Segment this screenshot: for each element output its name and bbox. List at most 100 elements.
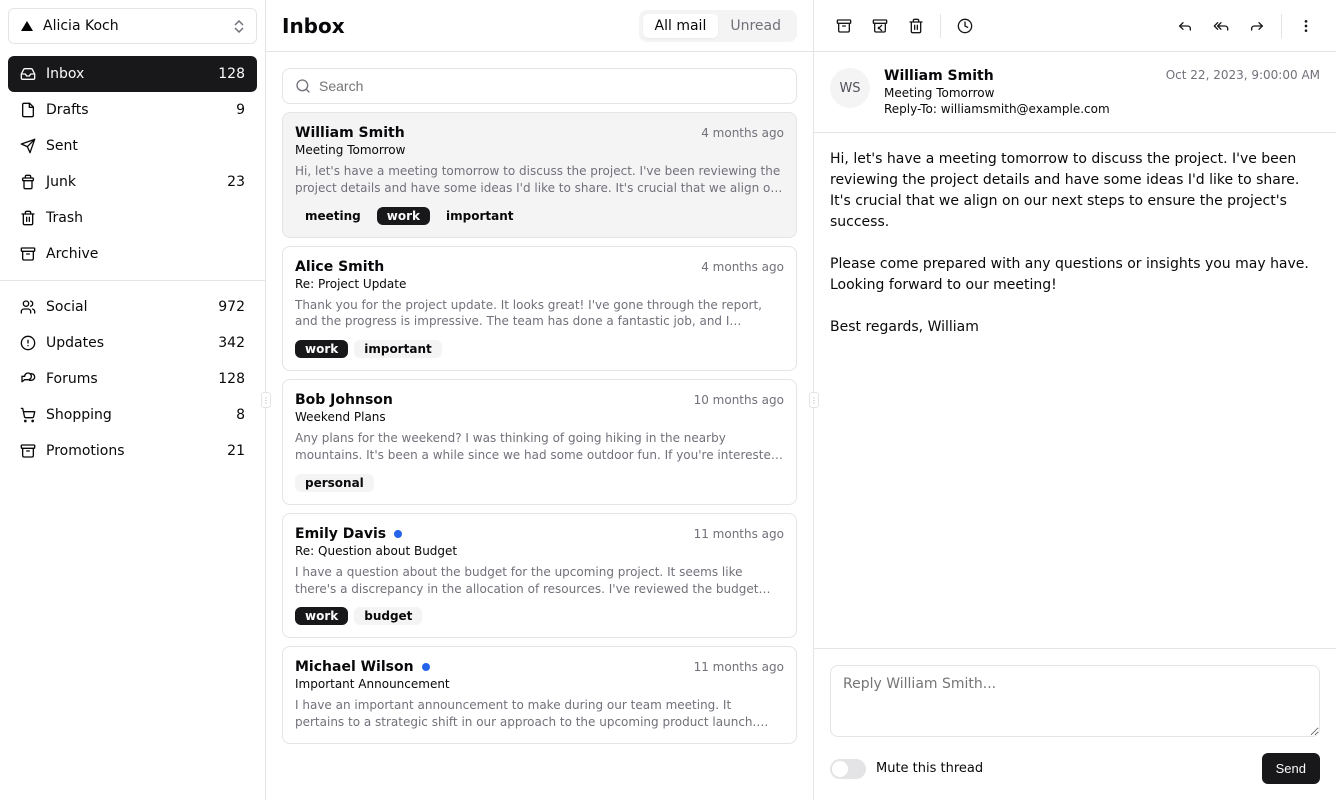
card-tags: personal [295,474,784,492]
nav-item-count: 128 [218,66,245,82]
search-field[interactable] [282,68,797,104]
archive-button[interactable] [826,8,862,44]
search-icon [295,78,311,94]
send-button[interactable]: Send [1262,753,1320,784]
mail-filter-tabs: All mail Unread [639,10,797,42]
message-date: Oct 22, 2023, 9:00:00 AM [1166,68,1320,82]
card-tags: work important [295,340,784,358]
card-time: 4 months ago [701,126,784,140]
nav-item-label: Junk [46,174,217,190]
account-switcher[interactable]: Alicia Koch [8,8,257,44]
tag: meeting [295,207,371,225]
message-card[interactable]: Alice Smith4 months agoRe: Project Updat… [282,246,797,372]
toolbar-separator [1281,14,1282,38]
nav-item-label: Drafts [46,102,226,118]
card-preview: Hi, let's have a meeting tomorrow to dis… [295,163,784,197]
reply-textarea[interactable] [830,665,1320,737]
nav-item-count: 8 [236,407,245,423]
tag: important [354,340,441,358]
users-icon [20,299,36,315]
card-tags: work budget [295,607,784,625]
nav-item-forums[interactable]: Forums 128 [8,361,257,397]
card-sender: Alice Smith [295,259,384,275]
card-sender: Michael Wilson [295,659,414,675]
card-time: 11 months ago [694,527,784,541]
chevrons-up-down-icon [234,20,244,33]
card-subject: Re: Question about Budget [295,544,784,558]
card-subject: Re: Project Update [295,277,784,291]
file-icon [20,102,36,118]
nav-item-promotions[interactable]: Promotions 21 [8,433,257,469]
message-card[interactable]: Bob Johnson10 months agoWeekend PlansAny… [282,379,797,505]
reply-all-button[interactable] [1203,8,1239,44]
card-tags: meetingworkimportant [295,207,784,225]
nav-item-trash[interactable]: Trash [8,200,257,236]
nav-item-updates[interactable]: Updates342 [8,325,257,361]
card-preview: I have an important announcement to make… [295,697,784,731]
card-preview: Thank you for the project update. It loo… [295,297,784,331]
inbox-icon [20,66,36,82]
search-input[interactable] [319,78,784,94]
nav-item-inbox[interactable]: Inbox 128 [8,56,257,92]
card-subject: Important Announcement [295,677,784,691]
card-time: 11 months ago [694,660,784,674]
nav-item-count: 972 [218,299,245,315]
more-actions-button[interactable] [1288,8,1324,44]
move-to-junk-button[interactable] [862,8,898,44]
page-title: Inbox [282,14,639,38]
unread-dot-icon [394,530,402,538]
nav-item-label: Trash [46,210,245,226]
card-sender: Bob Johnson [295,392,393,408]
tab-all-mail[interactable]: All mail [643,14,719,38]
card-time: 10 months ago [694,393,784,407]
tag: budget [354,607,422,625]
message-detail-pane: WS William Smith Meeting Tomorrow Reply-… [814,0,1336,800]
mute-thread-toggle[interactable] [830,759,866,779]
card-sender: William Smith [295,125,405,141]
forward-button[interactable] [1239,8,1275,44]
sidebar: Alicia Koch Inbox 128 Drafts 9 Sent Junk 23 Tra… [0,0,266,800]
message-card[interactable]: Michael Wilson 11 months ago Important Ann… [282,646,797,744]
resize-handle[interactable]: ⋮ [809,392,819,408]
tag: work [295,340,348,358]
tag: work [295,607,348,625]
mute-thread-label: Mute this thread [876,761,983,776]
nav-item-label: Sent [46,138,245,154]
unread-dot-icon [422,663,430,671]
snooze-button[interactable] [947,8,983,44]
nav-item-archive[interactable]: Archive [8,236,257,272]
nav-item-junk[interactable]: Junk 23 [8,164,257,200]
message-list-pane: Inbox All mail Unread William Smith 4 mon… [266,0,814,800]
resize-handle[interactable]: ⋮ [261,392,271,408]
card-preview: I have a question about the budget for t… [295,564,784,598]
tag: personal [295,474,374,492]
junk-icon [20,174,36,190]
card-preview: Any plans for the weekend? I was thinkin… [295,430,784,464]
nav-item-drafts[interactable]: Drafts 9 [8,92,257,128]
delete-button[interactable] [898,8,934,44]
account-name: Alicia Koch [43,18,234,34]
message-card[interactable]: Emily Davis 11 months ago Re: Question abo… [282,513,797,639]
nav-item-label: Social [46,299,208,315]
message-card[interactable]: William Smith4 months agoMeeting Tomorro… [282,112,797,238]
card-sender: Emily Davis [295,526,386,542]
message-subject: Meeting Tomorrow [884,86,1152,100]
message-list[interactable]: William Smith4 months agoMeeting Tomorro… [266,112,813,800]
tab-unread[interactable]: Unread [718,14,793,38]
nav-item-count: 23 [227,174,245,190]
nav-item-social[interactable]: Social 972 [8,289,257,325]
send-icon [20,138,36,154]
nav-item-count: 21 [227,443,245,459]
cart-icon [20,407,36,423]
promo-icon [20,443,36,459]
reply-button[interactable] [1167,8,1203,44]
nav-item-label: Inbox [46,66,208,82]
nav-item-label: Promotions [46,443,217,459]
nav-item-shopping[interactable]: Shopping8 [8,397,257,433]
nav-item-count: 128 [218,371,245,387]
nav-item-count: 9 [236,102,245,118]
nav-item-label: Archive [46,246,245,262]
nav-item-sent[interactable]: Sent [8,128,257,164]
avatar: WS [830,68,870,108]
nav-item-label: Forums [46,371,208,387]
